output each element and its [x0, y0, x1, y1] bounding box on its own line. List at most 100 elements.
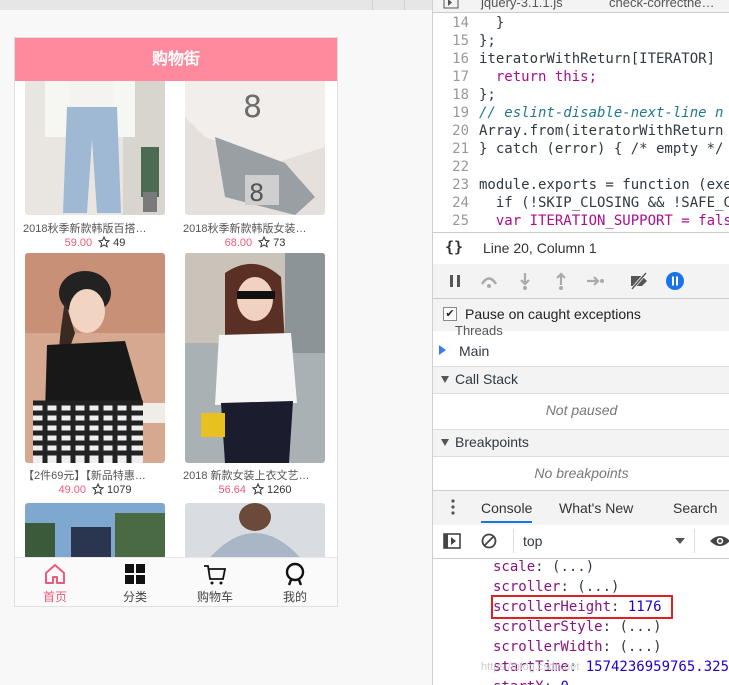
- product-meta: 56.64 1260: [175, 483, 335, 496]
- watermark-text: https://blog.csdn.net: [481, 661, 580, 673]
- expand-triangle-icon: [441, 439, 449, 446]
- code-line: 24 if (!SKIP_CLOSING && !SAFE_CL: [452, 195, 729, 211]
- file-tab[interactable]: jquery-3.1.1.js: [481, 0, 563, 10]
- product-photo-street: [25, 503, 165, 557]
- code-line: 14 }: [452, 15, 505, 31]
- tab-console[interactable]: Console: [481, 500, 533, 523]
- expand-triangle-icon: [441, 376, 449, 383]
- product-meta: 68.00 73: [175, 236, 335, 249]
- code-line: 18};: [452, 87, 496, 103]
- red-highlight-box: [491, 595, 673, 619]
- step-into-icon[interactable]: [515, 271, 535, 291]
- product-image[interactable]: [185, 253, 325, 463]
- tab-whats-new[interactable]: What's New: [559, 500, 633, 516]
- call-stack-empty: Not paused: [545, 402, 618, 418]
- live-expression-eye-icon[interactable]: [709, 533, 729, 549]
- tab-category[interactable]: 分类: [95, 558, 175, 606]
- context-value: top: [523, 533, 543, 549]
- code-line: 16 iteratorWithReturn[ITERATOR]: [452, 51, 716, 67]
- drawer-tab-bar: Console What's New Search: [433, 490, 729, 526]
- favorite-count: 1260: [267, 484, 292, 496]
- product-card[interactable]: [15, 501, 175, 557]
- star-icon[interactable]: [258, 236, 271, 248]
- bottom-tab-bar: 首页 分类 购物车 我的: [15, 557, 337, 606]
- deactivate-breakpoints-icon[interactable]: [629, 271, 649, 291]
- step-over-icon[interactable]: [479, 271, 499, 291]
- tab-label: 分类: [122, 590, 147, 604]
- toggle-navigator-icon[interactable]: [443, 0, 459, 9]
- console-property: scroller: (...): [493, 579, 620, 595]
- console-output[interactable]: scale: (...) scroller: (...) scrollerHei…: [433, 559, 729, 685]
- product-card[interactable]: 2018秋季新款韩版百搭… 59.00 49: [15, 81, 175, 251]
- console-property: scrollerStyle: (...): [493, 619, 662, 635]
- product-title[interactable]: 2018秋季新款韩版女装…: [183, 220, 329, 236]
- devtools-panel: jquery-3.1.1.js check-correctne… 14 } 15…: [432, 0, 729, 685]
- product-card[interactable]: [175, 501, 335, 557]
- product-grid[interactable]: 2018秋季新款韩版百搭… 59.00 49 8 8 2018秋季新款韩版女装……: [15, 81, 337, 557]
- star-icon[interactable]: [251, 483, 264, 495]
- profile-icon: [285, 562, 305, 586]
- section-label: Call Stack: [455, 371, 519, 387]
- tab-cart[interactable]: 购物车: [175, 558, 255, 606]
- section-label: Breakpoints: [455, 434, 529, 450]
- product-image[interactable]: [185, 503, 325, 557]
- chevron-down-icon: [675, 538, 685, 544]
- pretty-print-button[interactable]: {}: [445, 238, 463, 256]
- app-header-title: 购物街: [15, 38, 337, 81]
- product-image[interactable]: [25, 253, 165, 463]
- pause-on-exceptions-icon[interactable]: [665, 271, 685, 291]
- show-sidebar-icon[interactable]: [443, 533, 461, 549]
- product-title[interactable]: 2018秋季新款韩版百搭…: [23, 220, 169, 236]
- step-out-icon[interactable]: [551, 271, 571, 291]
- tab-profile[interactable]: 我的: [255, 558, 335, 606]
- tab-search[interactable]: Search: [673, 500, 717, 516]
- thread-main[interactable]: Main: [459, 343, 489, 359]
- product-title[interactable]: 【2件69元】【新品特惠…: [23, 467, 169, 483]
- favorite-count: 49: [113, 237, 126, 249]
- product-image[interactable]: 8 8: [185, 81, 325, 215]
- step-icon[interactable]: [585, 271, 605, 291]
- product-photo-black-tee: [25, 253, 165, 463]
- code-line: 15};: [452, 33, 496, 49]
- favorite-count: 1079: [107, 484, 132, 496]
- current-thread-arrow-icon: [439, 345, 446, 355]
- browser-tab-strip: [0, 0, 432, 10]
- product-meta: 49.00 1079: [15, 483, 175, 496]
- product-image[interactable]: [25, 503, 165, 557]
- breakpoints-empty: No breakpoints: [534, 465, 629, 481]
- pause-icon[interactable]: [445, 271, 465, 291]
- code-line: 20 Array.from(iteratorWithReturn: [452, 123, 724, 139]
- strip-divider: [372, 0, 373, 10]
- product-price: 59.00: [64, 237, 93, 249]
- product-image[interactable]: [25, 81, 165, 215]
- code-line: 17 return this;: [452, 69, 598, 85]
- product-card[interactable]: 2018 新款女装上衣文艺… 56.64 1260: [175, 251, 335, 501]
- category-grid-icon: [125, 564, 145, 584]
- pause-on-caught-label: Pause on caught exceptions: [465, 306, 641, 322]
- console-property: scale: (...): [493, 559, 595, 575]
- threads-list: Threads Main: [433, 323, 729, 367]
- product-photo-knit: [185, 503, 325, 557]
- tab-home[interactable]: 首页: [15, 558, 95, 606]
- product-title[interactable]: 2018 新款女装上衣文艺…: [183, 467, 329, 483]
- star-icon[interactable]: [91, 483, 104, 495]
- clear-console-icon[interactable]: [481, 533, 497, 549]
- tab-label: 我的: [282, 590, 307, 604]
- product-price: 56.64: [218, 484, 246, 496]
- call-stack-section-header[interactable]: Call Stack: [433, 366, 729, 394]
- star-icon[interactable]: [98, 236, 111, 248]
- product-card[interactable]: 【2件69元】【新品特惠… 49.00 1079: [15, 251, 175, 501]
- code-line: 22: [452, 159, 469, 175]
- browser-viewport: 购物街 2018秋季新款韩版百搭… 59.00 49 8 8 2018秋季新款韩…: [0, 0, 432, 685]
- file-tab[interactable]: check-correctne…: [609, 0, 714, 10]
- product-photo-sweatshirt: 8 8: [185, 81, 325, 215]
- strip-divider: [404, 0, 405, 10]
- code-editor[interactable]: 14 } 15}; 16 iteratorWithReturn[ITERATOR]…: [433, 12, 729, 232]
- breakpoints-section-header[interactable]: Breakpoints: [433, 429, 729, 457]
- product-price: 49.00: [58, 484, 86, 496]
- product-card[interactable]: 8 8 2018秋季新款韩版女装… 68.00 73: [175, 81, 335, 251]
- pause-on-caught-checkbox[interactable]: ✔: [443, 307, 457, 321]
- editor-status-bar: {} Line 20, Column 1: [433, 232, 729, 265]
- more-options-icon[interactable]: [451, 497, 455, 517]
- debugger-toolbar: [433, 264, 729, 299]
